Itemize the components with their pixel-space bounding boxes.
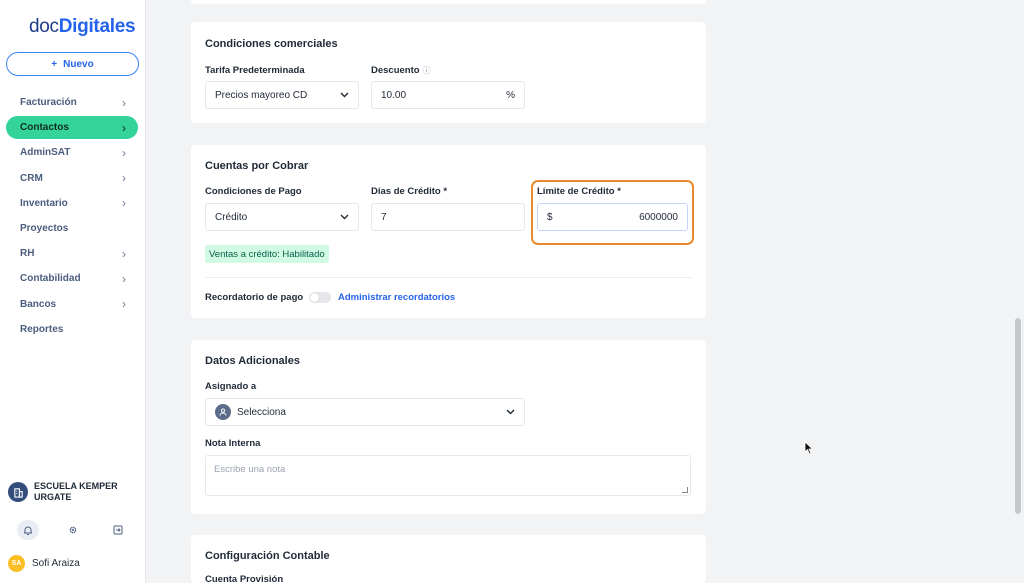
reminder-label: Recordatorio de pago bbox=[205, 292, 304, 303]
sidebar-item-facturacion[interactable]: Facturación › bbox=[6, 91, 138, 114]
mouse-cursor-icon bbox=[804, 441, 814, 460]
credit-days-label: Días de Crédito * bbox=[371, 186, 448, 197]
sidebar-item-inventario[interactable]: Inventario › bbox=[6, 192, 138, 215]
app-logo[interactable]: docDigitales bbox=[29, 16, 136, 38]
section-title: Configuración Contable bbox=[205, 550, 330, 562]
discount-input[interactable]: 10.00 % bbox=[371, 81, 525, 109]
payment-terms-select[interactable]: Crédito bbox=[205, 203, 359, 231]
sidebar-item-rh[interactable]: RH › bbox=[6, 242, 138, 265]
sidebar-item-crm[interactable]: CRM › bbox=[6, 167, 138, 190]
chevron-right-icon: › bbox=[122, 297, 126, 311]
user-profile[interactable]: SA Sofi Araiza bbox=[8, 555, 80, 572]
percent-suffix: % bbox=[506, 89, 515, 101]
chevron-right-icon: › bbox=[122, 95, 126, 110]
chevron-right-icon: › bbox=[122, 120, 126, 135]
sidebar-nav: Facturación › Contactos › AdminSAT › CRM › I… bbox=[6, 91, 138, 343]
section-title: Cuentas por Cobrar bbox=[205, 160, 309, 172]
chevron-down-icon bbox=[506, 406, 515, 418]
commercial-conditions-card: Condiciones comerciales Tarifa Predeterm… bbox=[191, 22, 706, 123]
sidebar-item-contactos[interactable]: Contactos › bbox=[6, 116, 138, 140]
sidebar: docDigitales + Nuevo Facturación › Contac… bbox=[0, 0, 146, 583]
divider bbox=[205, 277, 692, 278]
chevron-right-icon: › bbox=[122, 196, 126, 211]
chevron-right-icon: › bbox=[122, 145, 126, 160]
company-name: ESCUELA KEMPER URGATE bbox=[34, 481, 118, 502]
gear-icon[interactable] bbox=[62, 520, 84, 540]
manage-reminders-link[interactable]: Administrar recordatorios bbox=[338, 292, 455, 303]
chevron-right-icon: › bbox=[122, 271, 126, 286]
provision-account-label: Cuenta Provisión bbox=[205, 574, 284, 583]
building-icon bbox=[8, 482, 28, 502]
user-name: Sofi Araiza bbox=[32, 558, 80, 569]
discount-label: Descuento ⓘ bbox=[371, 65, 431, 76]
chevron-down-icon bbox=[340, 211, 349, 223]
assigned-select[interactable]: Selecciona bbox=[205, 398, 525, 426]
sidebar-item-adminsat[interactable]: AdminSAT › bbox=[6, 141, 138, 164]
internal-note-textarea[interactable]: Escribe una nota bbox=[205, 455, 691, 496]
plus-icon: + bbox=[51, 58, 58, 70]
credit-days-input[interactable]: 7 bbox=[371, 203, 525, 231]
avatar: SA bbox=[8, 555, 25, 572]
new-button[interactable]: + Nuevo bbox=[6, 52, 139, 76]
chevron-right-icon: › bbox=[122, 171, 126, 186]
payment-terms-label: Condiciones de Pago bbox=[205, 186, 302, 197]
sidebar-item-proyectos[interactable]: Proyectos bbox=[6, 217, 138, 240]
section-title: Condiciones comerciales bbox=[205, 38, 338, 50]
additional-data-card: Datos Adicionales Asignado a Selecciona … bbox=[191, 340, 706, 514]
credit-limit-highlight bbox=[531, 180, 694, 245]
new-button-label: Nuevo bbox=[63, 58, 94, 70]
bell-icon[interactable] bbox=[17, 520, 39, 540]
internal-note-label: Nota Interna bbox=[205, 438, 261, 449]
sidebar-item-bancos[interactable]: Bancos › bbox=[6, 293, 138, 316]
company-selector[interactable]: ESCUELA KEMPER URGATE bbox=[8, 481, 134, 503]
rate-label: Tarifa Predeterminada bbox=[205, 65, 305, 76]
user-icon bbox=[215, 404, 231, 420]
assigned-label: Asignado a bbox=[205, 381, 257, 392]
logout-icon[interactable] bbox=[107, 520, 129, 540]
resize-handle-icon[interactable] bbox=[682, 487, 688, 493]
section-title: Datos Adicionales bbox=[205, 355, 300, 367]
accounting-config-card: Configuración Contable Cuenta Provisión bbox=[191, 535, 706, 583]
utility-bar bbox=[17, 520, 129, 540]
scrollbar-thumb[interactable] bbox=[1015, 318, 1021, 514]
sidebar-item-reportes[interactable]: Reportes bbox=[6, 318, 138, 341]
reminder-toggle[interactable] bbox=[309, 292, 331, 303]
info-icon[interactable]: ⓘ bbox=[423, 66, 431, 75]
sidebar-item-contabilidad[interactable]: Contabilidad › bbox=[6, 267, 138, 290]
rate-select[interactable]: Precios mayoreo CD bbox=[205, 81, 359, 109]
chevron-right-icon: › bbox=[122, 246, 126, 261]
status-badge: Ventas a crédito: Habilitado bbox=[205, 245, 329, 263]
chevron-down-icon bbox=[340, 89, 349, 101]
previous-section-card bbox=[191, 0, 706, 4]
